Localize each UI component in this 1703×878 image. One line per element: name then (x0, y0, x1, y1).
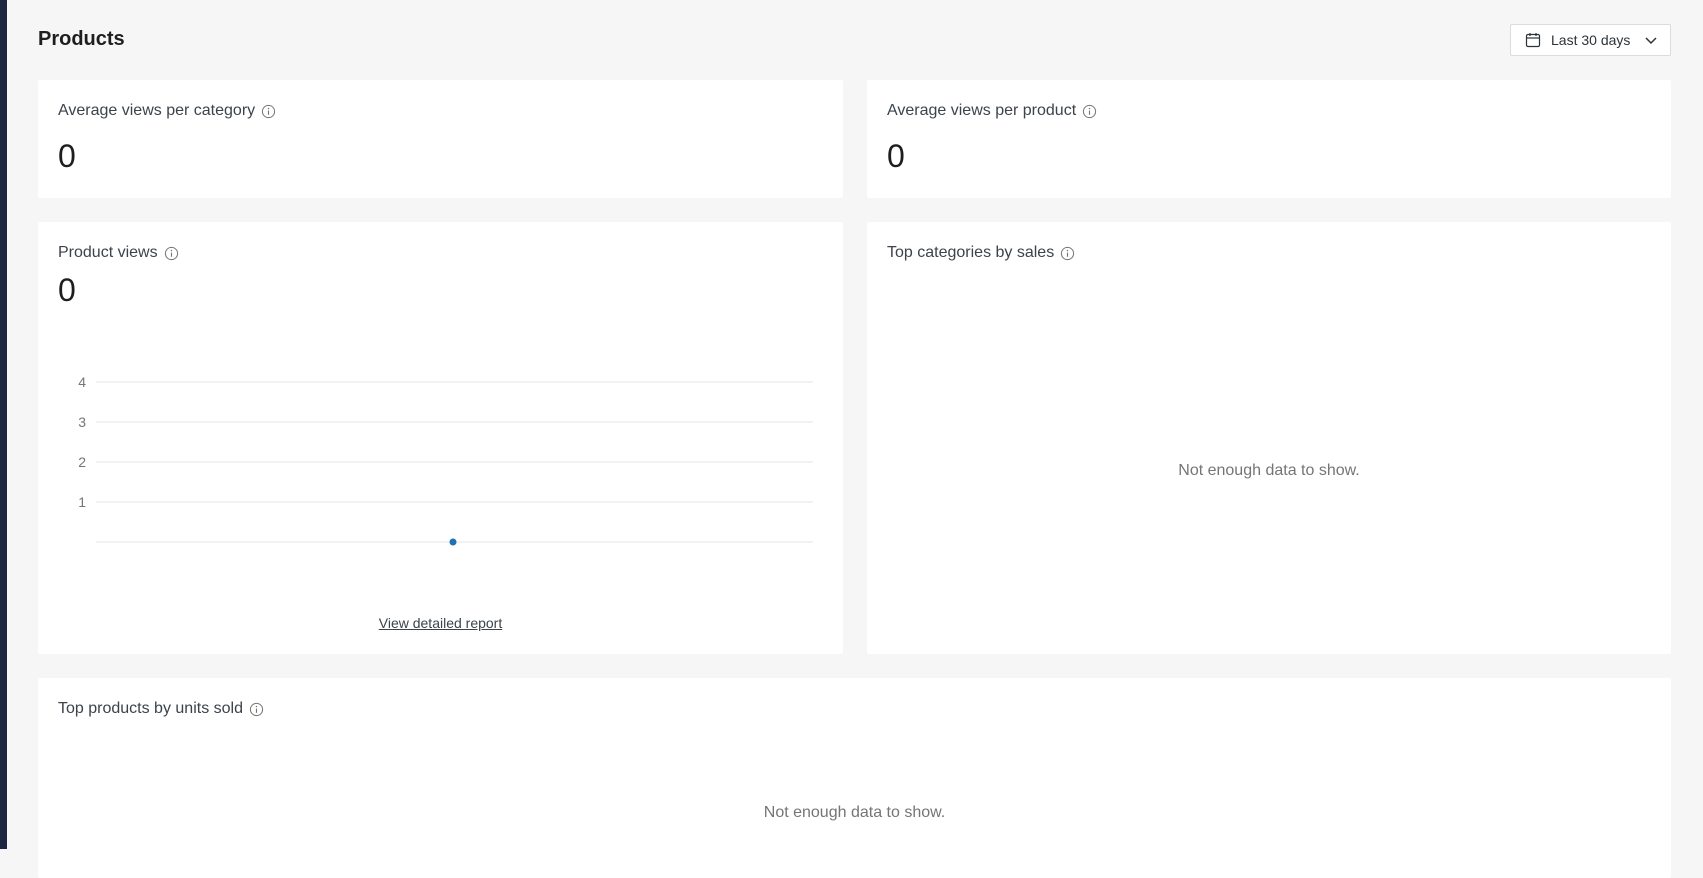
date-range-label: Last 30 days (1551, 32, 1631, 48)
y-tick-label: 1 (78, 494, 86, 510)
product-views-chart: 123424 Nov (78, 374, 813, 546)
avg-views-category-value: 0 (58, 138, 76, 174)
avg-views-product-title: Average views per product (887, 102, 1077, 119)
y-tick-label: 2 (78, 454, 86, 470)
top-products-title: Top products by units sold (58, 700, 243, 717)
calendar-icon (1525, 33, 1541, 48)
date-range-button[interactable]: Last 30 days (1510, 24, 1671, 56)
info-icon[interactable] (1060, 246, 1075, 261)
info-icon[interactable] (261, 104, 276, 119)
info-icon[interactable] (1082, 104, 1097, 119)
avg-views-category-card: Average views per category 0 (38, 80, 843, 198)
y-tick-label: 3 (78, 414, 86, 430)
page-title: Products (38, 28, 125, 50)
top-products-card: Top products by units sold Not enough da… (38, 678, 1671, 878)
avg-views-product-card: Average views per product 0 (867, 80, 1671, 198)
admin-sidebar-edge (0, 0, 7, 849)
view-detailed-report-link[interactable]: View detailed report (38, 615, 843, 631)
top-categories-empty-message: Not enough data to show. (1178, 462, 1360, 479)
info-icon[interactable] (249, 702, 264, 717)
top-products-empty-message: Not enough data to show. (763, 804, 946, 821)
data-point (449, 538, 457, 546)
product-views-card: Product views 0 123424 Nov View detailed… (38, 222, 843, 654)
chevron-down-icon (1645, 37, 1657, 45)
avg-views-product-value: 0 (887, 138, 905, 174)
top-categories-title: Top categories by sales (887, 244, 1055, 261)
y-tick-label: 4 (78, 374, 86, 390)
avg-views-category-title: Average views per category (58, 102, 256, 119)
top-categories-card: Top categories by sales Not enough data … (867, 222, 1671, 654)
